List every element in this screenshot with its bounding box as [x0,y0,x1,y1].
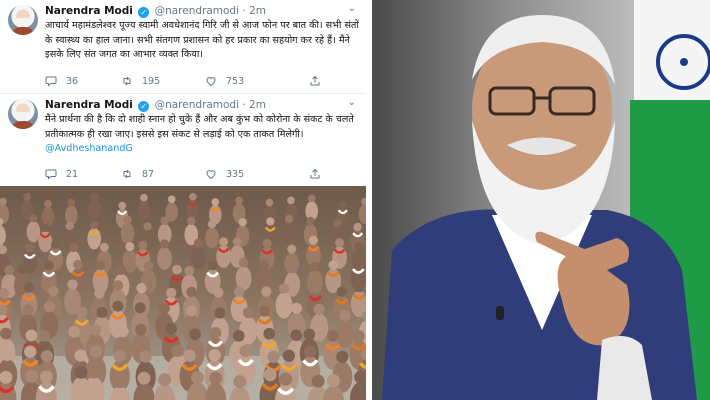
chevron-down-icon[interactable]: ⌄ [348,97,356,108]
reply-icon [45,76,57,87]
avatar-body [11,121,35,129]
mention-link[interactable]: @AvdheshanandG [45,142,360,157]
portrait-illustration [372,0,710,400]
left-column: Narendra Modi ✓ @narendramodi · 2m ⌄ आचा… [0,0,366,400]
reply-count: 36 [66,75,79,87]
retweet-button[interactable]: 195 [121,75,160,87]
avatar-body [11,27,35,35]
kumbh-crowd-photo [0,186,366,400]
reply-count: 21 [66,168,79,180]
reply-icon [45,169,57,180]
tweet-timestamp[interactable]: 2m [249,99,266,111]
like-count: 335 [226,168,245,180]
tweet-card[interactable]: Narendra Modi ✓ @narendramodi · 2m ⌄ मैं… [0,93,366,186]
author-name[interactable]: Narendra Modi [45,99,133,111]
like-button[interactable]: 335 [205,168,244,180]
tweet-actions: 36 195 753 [45,75,355,89]
reply-button[interactable]: 36 [45,75,78,87]
share-icon [310,168,320,179]
heart-icon [206,77,216,87]
tweet-text: आचार्य महामंडलेश्वर पूज्य स्वामी अवधेशान… [45,20,359,60]
separator-dot: · [242,5,246,17]
heart-icon [206,170,216,180]
avatar[interactable] [8,99,38,129]
retweet-icon [123,169,131,179]
author-handle[interactable]: @narendramodi [155,99,239,111]
crowd-illustration [0,186,366,400]
retweet-button[interactable]: 87 [121,168,154,180]
tweet-card[interactable]: Narendra Modi ✓ @narendramodi · 2m ⌄ आचा… [0,0,366,93]
tweet-header: Narendra Modi ✓ @narendramodi · 2m [45,97,266,113]
share-button[interactable] [309,75,321,87]
tweet-timestamp[interactable]: 2m [249,5,266,17]
retweet-count: 87 [142,168,155,180]
chevron-down-icon[interactable]: ⌄ [348,3,356,14]
speaker-portrait-photo [372,0,710,400]
separator-dot: · [242,99,246,111]
tweet-text-block: मैंने प्रार्थना की है कि दो शाही स्नान ह… [45,113,360,157]
verified-badge-icon: ✓ [138,101,150,112]
author-handle[interactable]: @narendramodi [155,5,239,17]
avatar[interactable] [8,5,38,35]
tweet-header: Narendra Modi ✓ @narendramodi · 2m [45,3,266,19]
like-button[interactable]: 753 [205,75,244,87]
retweet-icon [123,76,131,86]
verified-badge-icon: ✓ [138,7,150,18]
retweet-count: 195 [142,75,161,87]
author-name[interactable]: Narendra Modi [45,5,133,17]
tweet-actions: 21 87 335 [45,168,355,182]
reply-button[interactable]: 21 [45,168,78,180]
share-button[interactable] [309,168,321,180]
share-icon [310,75,320,86]
avatar-beard [17,112,29,121]
avatar-beard [17,18,29,27]
like-count: 753 [226,75,245,87]
tweet-text: मैंने प्रार्थना की है कि दो शाही स्नान ह… [45,114,354,140]
